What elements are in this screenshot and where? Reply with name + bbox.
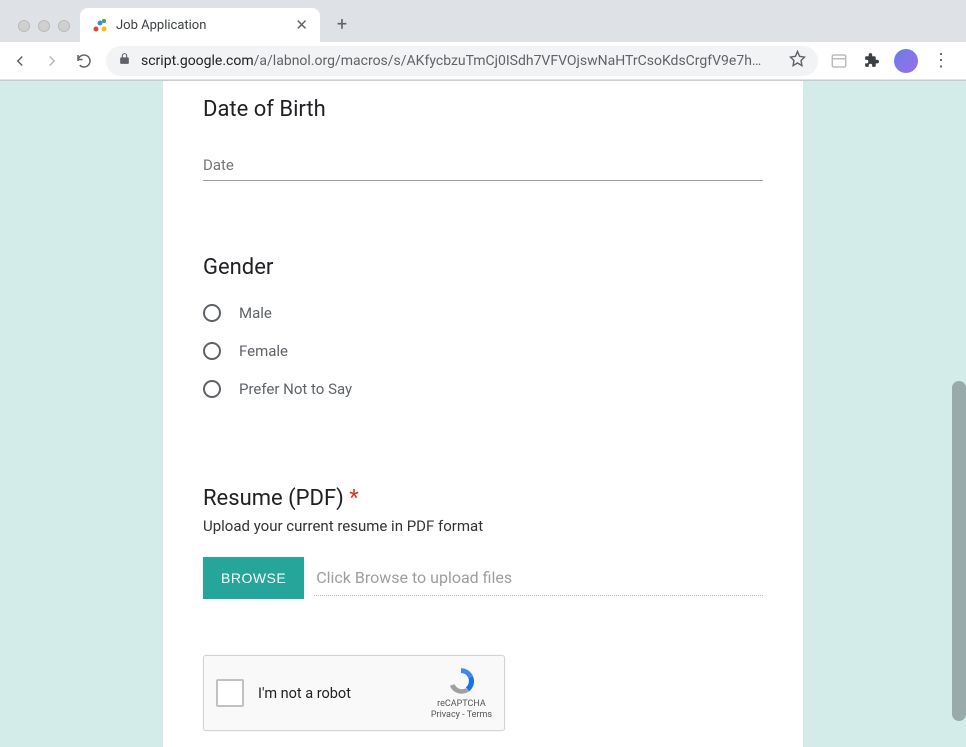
recaptcha-label: I'm not a robot xyxy=(258,685,417,702)
radio-label: Male xyxy=(239,304,272,322)
radio-label: Female xyxy=(239,342,288,360)
radio-prefer-not[interactable]: Prefer Not to Say xyxy=(203,380,763,398)
extensions-icon[interactable] xyxy=(862,52,880,70)
file-input-placeholder[interactable]: Click Browse to upload files xyxy=(314,560,763,596)
radio-male[interactable]: Male xyxy=(203,304,763,322)
browser-chrome: Job Application ✕ + script.google.com/a/… xyxy=(0,0,966,81)
minimize-window-icon[interactable] xyxy=(38,20,50,32)
close-window-icon[interactable] xyxy=(18,20,30,32)
radio-label: Prefer Not to Say xyxy=(239,380,352,398)
resume-section: Resume (PDF) * Upload your current resum… xyxy=(203,470,763,599)
reload-button[interactable] xyxy=(74,51,94,71)
gender-title: Gender xyxy=(203,239,763,280)
toolbar: script.google.com/a/labnol.org/macros/s/… xyxy=(0,42,966,80)
address-bar[interactable]: script.google.com/a/labnol.org/macros/s/… xyxy=(106,46,818,76)
date-input[interactable]: Date xyxy=(203,156,763,181)
scrollbar-thumb[interactable] xyxy=(952,381,966,721)
tab-job-application[interactable]: Job Application ✕ xyxy=(80,8,320,42)
apps-script-favicon xyxy=(92,17,108,33)
upload-row: BROWSE Click Browse to upload files xyxy=(203,557,763,599)
radio-female[interactable]: Female xyxy=(203,342,763,360)
bookmark-star-icon[interactable] xyxy=(789,50,806,71)
tab-strip: Job Application ✕ + xyxy=(0,0,966,42)
radio-icon xyxy=(203,342,221,360)
lock-icon xyxy=(118,52,131,69)
new-tab-button[interactable]: + xyxy=(328,10,356,38)
recaptcha-widget: I'm not a robot reCAPTCHA Privacy - Term… xyxy=(203,655,505,731)
close-tab-icon[interactable]: ✕ xyxy=(295,18,308,33)
resume-helper: Upload your current resume in PDF format xyxy=(203,517,763,535)
back-button[interactable] xyxy=(10,51,30,71)
radio-icon xyxy=(203,304,221,322)
recaptcha-legal[interactable]: Privacy - Terms xyxy=(431,710,492,721)
resume-title: Resume (PDF) * xyxy=(203,470,763,511)
required-star: * xyxy=(349,486,358,511)
recaptcha-brand-text: reCAPTCHA xyxy=(431,699,492,710)
menu-icon[interactable]: ⋮ xyxy=(932,52,950,70)
profile-avatar[interactable] xyxy=(894,49,918,73)
url-text: script.google.com/a/labnol.org/macros/s/… xyxy=(141,53,779,69)
resume-title-text: Resume (PDF) xyxy=(203,486,344,511)
recaptcha-logo-icon xyxy=(445,665,477,697)
gender-radio-group: Male Female Prefer Not to Say xyxy=(203,304,763,398)
gender-section: Gender Male Female Prefer Not to Say xyxy=(203,239,763,398)
reader-icon[interactable] xyxy=(830,52,848,70)
window-controls xyxy=(12,20,80,42)
radio-icon xyxy=(203,380,221,398)
maximize-window-icon[interactable] xyxy=(58,20,70,32)
page-viewport: Date of Birth Date Gender Male Female Pr… xyxy=(0,81,966,747)
tab-title: Job Application xyxy=(116,18,287,33)
dob-title: Date of Birth xyxy=(203,81,763,122)
recaptcha-checkbox[interactable] xyxy=(216,679,244,707)
forward-button[interactable] xyxy=(42,51,62,71)
form-card: Date of Birth Date Gender Male Female Pr… xyxy=(163,81,803,747)
recaptcha-brand: reCAPTCHA Privacy - Terms xyxy=(431,665,492,721)
browse-button[interactable]: BROWSE xyxy=(203,557,304,599)
toolbar-right: ⋮ xyxy=(830,49,956,73)
